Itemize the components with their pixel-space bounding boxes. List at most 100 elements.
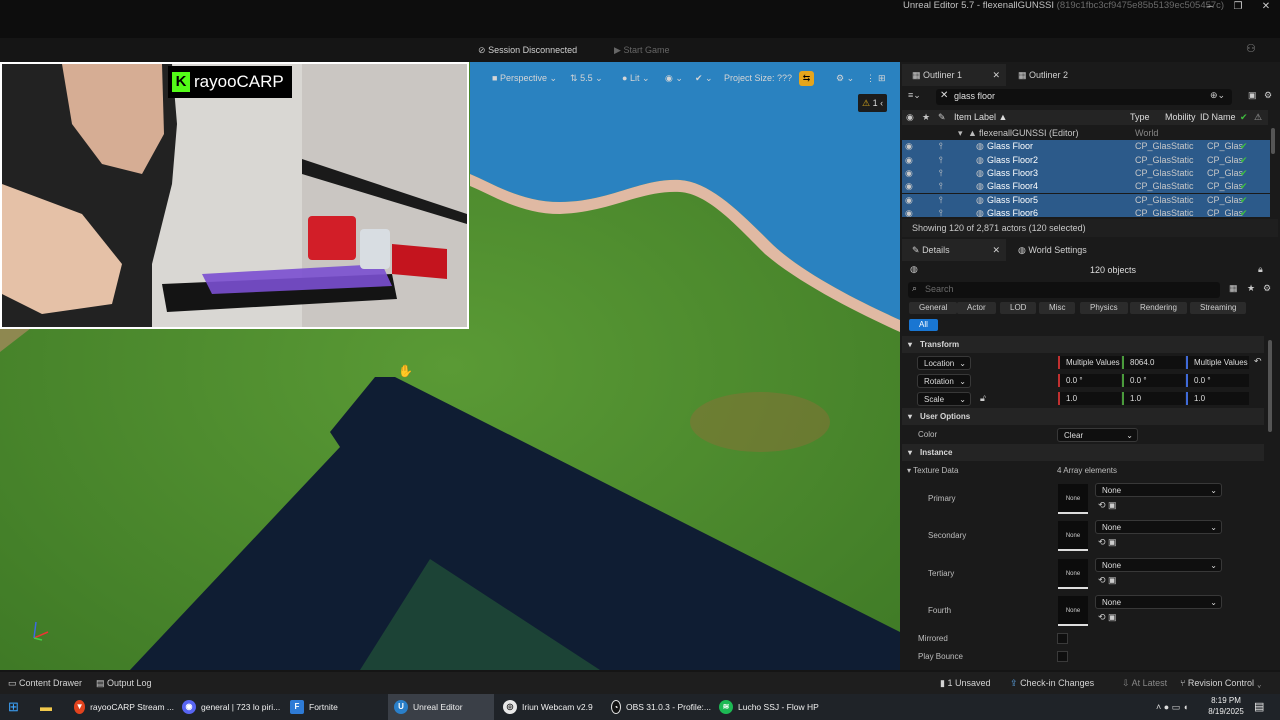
texture-thumbnail[interactable]: None bbox=[1058, 559, 1088, 589]
unsaved-button[interactable]: ▮ 1 Unsaved bbox=[940, 672, 991, 694]
section-transform[interactable]: ▾ Transform bbox=[902, 336, 1264, 353]
file-explorer-icon[interactable]: ▬ bbox=[40, 700, 52, 714]
pin-icon[interactable]: ⫯ bbox=[939, 167, 943, 180]
category-misc[interactable]: Misc bbox=[1039, 302, 1076, 314]
taskbar-item-browser[interactable]: ▼ rayooCARP Stream ... bbox=[68, 694, 174, 720]
column-item-label[interactable]: Item Label ▲ bbox=[954, 110, 1007, 125]
eye-icon[interactable]: ◉ bbox=[905, 140, 913, 153]
texture-thumbnail[interactable]: None bbox=[1058, 521, 1088, 551]
folder-icon[interactable]: ▣ bbox=[1248, 90, 1257, 101]
settings-gear-icon[interactable]: ⚙ bbox=[1263, 283, 1271, 294]
outliner-search-input[interactable]: ✕ glass floor bbox=[936, 89, 1232, 105]
table-row[interactable]: ◉ ⫯ ◍ Glass Floor5 CP_Glas Static CP_Glas… bbox=[902, 193, 1270, 207]
texture-data-label[interactable]: ▾ Texture Data bbox=[907, 466, 958, 475]
eye-icon[interactable]: ◉ bbox=[905, 154, 913, 167]
play-bounce-checkbox[interactable] bbox=[1057, 651, 1068, 662]
category-general[interactable]: General bbox=[909, 302, 958, 314]
close-tab-icon[interactable]: ✕ bbox=[992, 239, 1000, 261]
favorite-column-icon[interactable]: ★ bbox=[922, 110, 930, 125]
taskbar-item-unreal[interactable]: U Unreal Editor bbox=[388, 694, 494, 720]
table-row[interactable]: ◉ ⫯ ◍ Glass Floor CP_Glas Static CP_Glas … bbox=[902, 140, 1270, 154]
collaborators-icon[interactable]: ⚇ bbox=[1246, 42, 1256, 55]
category-all[interactable]: All bbox=[909, 319, 938, 331]
tab-details[interactable]: ✎ Details ✕ bbox=[902, 239, 1006, 261]
outliner-root-row[interactable]: ▾ ▲ flexenallGUNSSI (Editor) World bbox=[902, 127, 1270, 140]
browse-icon[interactable]: ⟲ ▣ bbox=[1098, 500, 1117, 511]
maximize-icon[interactable]: ❐ bbox=[1223, 0, 1253, 14]
clock[interactable]: 8:19 PM 8/19/2025 bbox=[1202, 695, 1250, 717]
texture-dropdown[interactable]: None ⌄ bbox=[1095, 520, 1222, 534]
table-row[interactable]: ◉ ⫯ ◍ Glass Floor6 CP_Glas Static CP_Glas… bbox=[902, 206, 1270, 217]
lock-icon[interactable]: 🔒︎ bbox=[1258, 264, 1263, 275]
category-actor[interactable]: Actor bbox=[957, 302, 996, 314]
scale-y-field[interactable]: 1.0 bbox=[1122, 392, 1185, 405]
texture-thumbnail[interactable]: None bbox=[1058, 484, 1088, 514]
rotation-x-field[interactable]: 0.0 ° bbox=[1058, 374, 1121, 387]
pin-column-icon[interactable]: ✎ bbox=[938, 110, 946, 125]
snap-icon[interactable]: ⇆ bbox=[799, 71, 814, 86]
system-tray[interactable]: ˄ ● ▭ ◖ bbox=[1156, 700, 1188, 714]
rotation-y-field[interactable]: 0.0 ° bbox=[1122, 374, 1185, 387]
location-dropdown[interactable]: Location ⌄ bbox=[917, 356, 971, 370]
category-lod[interactable]: LOD bbox=[1000, 302, 1037, 314]
tab-outliner-1[interactable]: ▦ Outliner 1 ✕ bbox=[902, 64, 1006, 86]
table-row[interactable]: ◉ ⫯ ◍ Glass Floor3 CP_Glas Static CP_Glas… bbox=[902, 166, 1270, 181]
pin-icon[interactable]: ⫯ bbox=[939, 180, 943, 193]
clear-search-icon[interactable]: ✕ bbox=[940, 90, 948, 101]
location-x-field[interactable]: Multiple Values bbox=[1058, 356, 1121, 369]
section-user-options[interactable]: ▾ User Options bbox=[902, 408, 1264, 425]
minimize-icon[interactable]: – bbox=[1195, 0, 1225, 14]
settings-gear-icon[interactable]: ⚙ bbox=[1264, 90, 1272, 101]
more-options-icon[interactable]: ⋮ bbox=[866, 66, 875, 90]
scale-dropdown[interactable]: Scale ⌄ bbox=[917, 392, 971, 406]
checkin-button[interactable]: ⇪ Check-in Changes bbox=[1010, 672, 1094, 694]
tab-world-settings[interactable]: ◍ World Settings bbox=[1008, 239, 1118, 261]
browse-icon[interactable]: ⟲ ▣ bbox=[1098, 575, 1117, 586]
column-mobility[interactable]: Mobility bbox=[1165, 110, 1196, 125]
location-y-field[interactable]: 8064.0 bbox=[1122, 356, 1185, 369]
filter-icon[interactable]: ≡⌄ bbox=[908, 90, 921, 101]
taskbar-item-iriun[interactable]: ◎ Iriun Webcam v2.9 bbox=[497, 694, 603, 720]
texture-dropdown[interactable]: None ⌄ bbox=[1095, 558, 1222, 572]
browse-icon[interactable]: ⟲ ▣ bbox=[1098, 537, 1117, 548]
warning-badge[interactable]: ⚠ 1 ‹ bbox=[858, 94, 888, 112]
details-search-input[interactable]: ⌕ Search bbox=[908, 282, 1220, 298]
taskbar-item-spotify[interactable]: ≋ Lucho SSJ - Flow HP bbox=[713, 694, 819, 720]
revision-control-button[interactable]: ⑂ Revision Control ⌄ bbox=[1180, 672, 1262, 694]
eye-icon[interactable]: ◉ bbox=[905, 207, 913, 217]
notifications-icon[interactable]: ▤ bbox=[1254, 700, 1264, 714]
session-status[interactable]: ⊘ Session Disconnected bbox=[478, 38, 577, 62]
at-latest-button[interactable]: ⇩ At Latest bbox=[1122, 672, 1167, 694]
column-type[interactable]: Type bbox=[1130, 110, 1150, 125]
close-icon[interactable]: ✕ bbox=[1251, 0, 1280, 14]
pin-icon[interactable]: ⫯ bbox=[939, 140, 943, 153]
output-log-button[interactable]: ▤ Output Log bbox=[96, 672, 152, 694]
eye-icon[interactable]: ◉ bbox=[905, 167, 913, 180]
show-flags-button[interactable]: ◉ ⌄ bbox=[665, 66, 683, 90]
category-streaming[interactable]: Streaming bbox=[1190, 302, 1247, 314]
table-row[interactable]: ◉ ⫯ ◍ Glass Floor4 CP_Glas Static CP_Glas… bbox=[902, 180, 1270, 194]
category-physics[interactable]: Physics bbox=[1080, 302, 1128, 314]
rotation-dropdown[interactable]: Rotation ⌄ bbox=[917, 374, 971, 388]
mirrored-checkbox[interactable] bbox=[1057, 633, 1068, 644]
section-instance[interactable]: ▾ Instance bbox=[902, 444, 1264, 461]
browse-icon[interactable]: ⟲ ▣ bbox=[1098, 612, 1117, 623]
level-viewport[interactable]: ✋ K rayooCARP bbox=[0, 62, 900, 670]
perspective-button[interactable]: ■ Perspective ⌄ bbox=[492, 66, 557, 90]
reset-icon[interactable]: ↶ bbox=[1254, 356, 1262, 367]
scale-x-field[interactable]: 1.0 bbox=[1058, 392, 1121, 405]
add-icon[interactable]: ⊕⌄ bbox=[1210, 90, 1225, 101]
texture-dropdown[interactable]: None ⌄ bbox=[1095, 595, 1222, 609]
unlock-icon[interactable]: 🔓︎ bbox=[980, 393, 986, 404]
grid-view-icon[interactable]: ▦ bbox=[1229, 283, 1238, 294]
eye-icon[interactable]: ◉ bbox=[905, 194, 913, 207]
details-scrollbar[interactable] bbox=[1268, 340, 1272, 432]
visibility-column-icon[interactable]: ◉ bbox=[906, 110, 914, 125]
pin-icon[interactable]: ⫯ bbox=[939, 207, 943, 217]
color-dropdown[interactable]: Clear ⌄ bbox=[1057, 428, 1138, 442]
category-rendering[interactable]: Rendering bbox=[1130, 302, 1187, 314]
taskbar-item-obs[interactable]: ◔ OBS 31.0.3 - Profile:... bbox=[605, 694, 711, 720]
close-tab-icon[interactable]: ✕ bbox=[992, 64, 1000, 86]
taskbar-item-fortnite[interactable]: F Fortnite bbox=[284, 694, 384, 720]
texture-dropdown[interactable]: None ⌄ bbox=[1095, 483, 1222, 497]
